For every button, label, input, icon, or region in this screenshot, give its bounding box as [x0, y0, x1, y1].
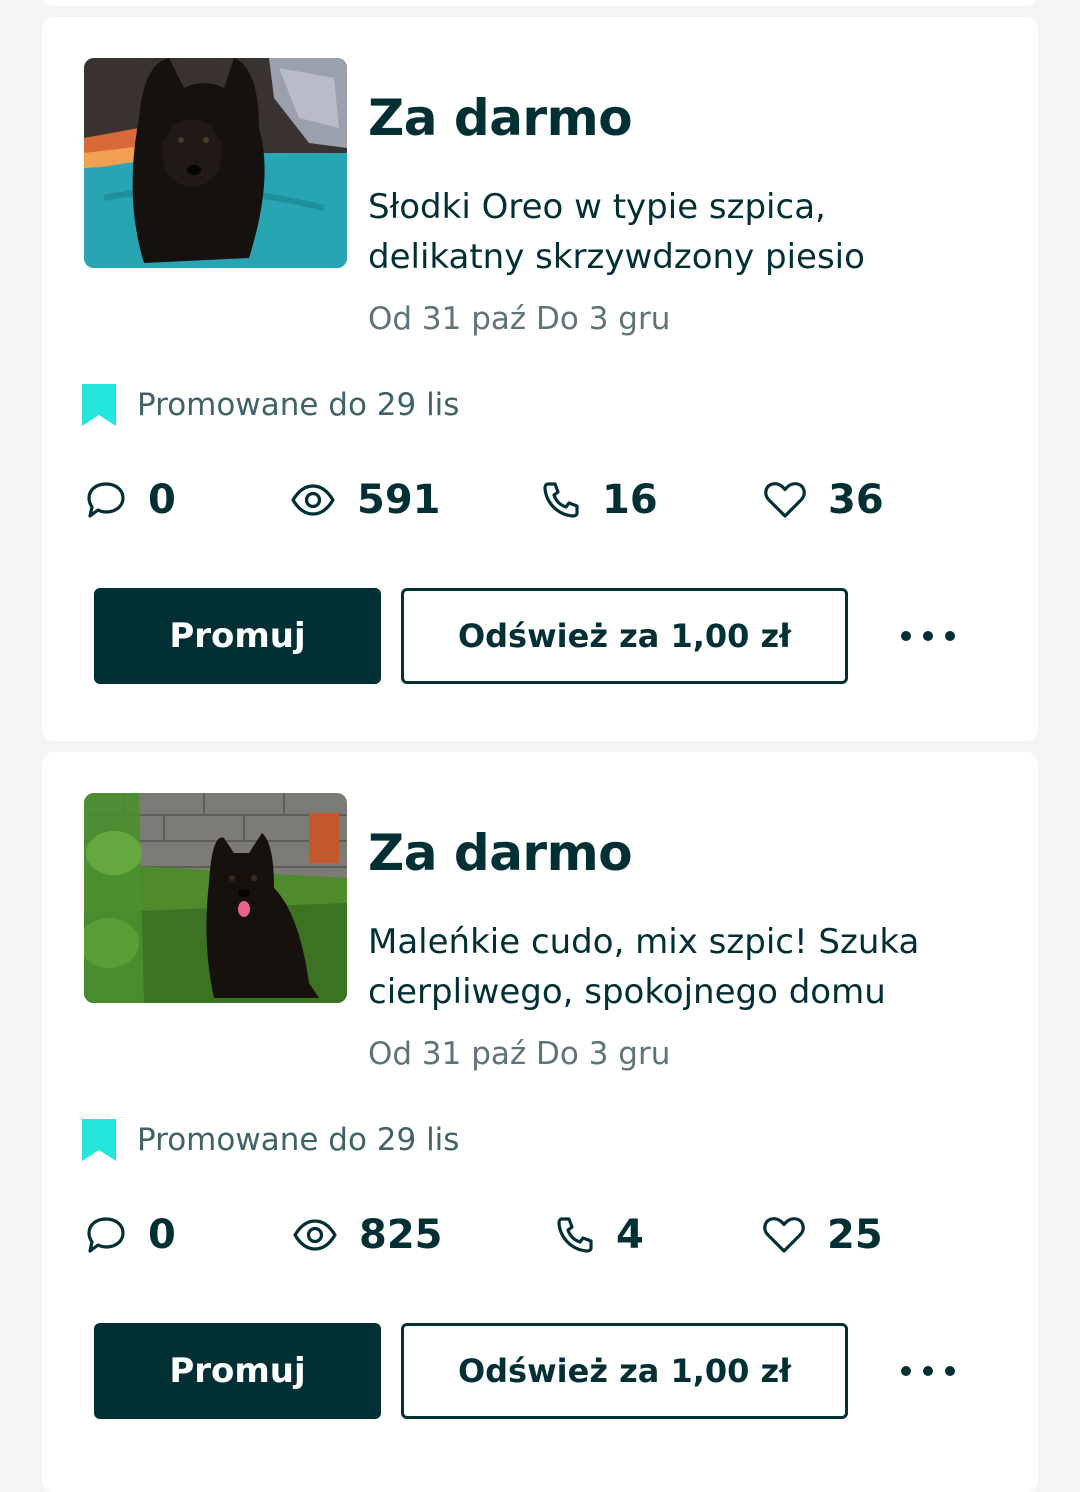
- listing-title[interactable]: Słodki Oreo w typie szpica, delikatny sk…: [368, 182, 988, 282]
- phone-icon: [543, 482, 579, 518]
- eye-icon: [291, 484, 335, 516]
- views-count: 825: [359, 1212, 443, 1258]
- promote-button[interactable]: Promuj: [94, 588, 381, 684]
- listing-dates: Od 31 paź Do 3 gru: [368, 301, 671, 337]
- listing-dates: Od 31 paź Do 3 gru: [368, 1036, 671, 1072]
- listing-photo[interactable]: [84, 58, 347, 268]
- promotion-status: Promowane do 29 lis: [82, 384, 459, 426]
- messages-count: 0: [148, 477, 176, 523]
- messages-stat: 0: [86, 1210, 176, 1260]
- refresh-button[interactable]: Odśwież za 1,00 zł: [401, 1323, 848, 1419]
- listing-title[interactable]: Maleńkie cudo, mix szpic! Szuka cierpliw…: [368, 917, 988, 1017]
- more-dots-icon: [901, 1366, 955, 1376]
- promote-button[interactable]: Promuj: [94, 1323, 381, 1419]
- listing-card[interactable]: Za darmo Maleńkie cudo, mix szpic! Szuka…: [42, 752, 1038, 1492]
- favorites-stat: 25: [763, 1210, 883, 1260]
- views-stat: 825: [293, 1210, 443, 1260]
- heart-icon: [763, 1217, 805, 1253]
- calls-count: 4: [616, 1212, 644, 1258]
- favorites-stat: 36: [764, 475, 884, 525]
- views-count: 591: [357, 477, 441, 523]
- refresh-button[interactable]: Odśwież za 1,00 zł: [401, 588, 848, 684]
- previous-card-edge: [42, 0, 1038, 6]
- listing-card[interactable]: Za darmo Słodki Oreo w typie szpica, del…: [42, 17, 1038, 741]
- bookmark-icon: [82, 384, 116, 426]
- messages-count: 0: [148, 1212, 176, 1258]
- listing-photo[interactable]: [84, 793, 347, 1003]
- calls-stat: 16: [542, 475, 658, 525]
- bookmark-icon: [82, 1119, 116, 1161]
- views-stat: 591: [291, 475, 441, 525]
- phone-icon: [557, 1217, 593, 1253]
- messages-stat: 0: [86, 475, 176, 525]
- favorites-count: 25: [827, 1212, 883, 1258]
- more-options-button[interactable]: [886, 606, 970, 666]
- promotion-text: Promowane do 29 lis: [137, 387, 460, 423]
- favorites-count: 36: [828, 477, 884, 523]
- calls-stat: 4: [556, 1210, 644, 1260]
- listing-price: Za darmo: [368, 89, 633, 147]
- listing-price: Za darmo: [368, 824, 633, 882]
- eye-icon: [293, 1219, 337, 1251]
- promotion-status: Promowane do 29 lis: [82, 1119, 459, 1161]
- calls-count: 16: [602, 477, 658, 523]
- chat-bubble-icon: [87, 482, 125, 518]
- promotion-text: Promowane do 29 lis: [137, 1122, 460, 1158]
- chat-bubble-icon: [87, 1217, 125, 1253]
- more-dots-icon: [901, 631, 955, 641]
- heart-icon: [764, 482, 806, 518]
- more-options-button[interactable]: [886, 1341, 970, 1401]
